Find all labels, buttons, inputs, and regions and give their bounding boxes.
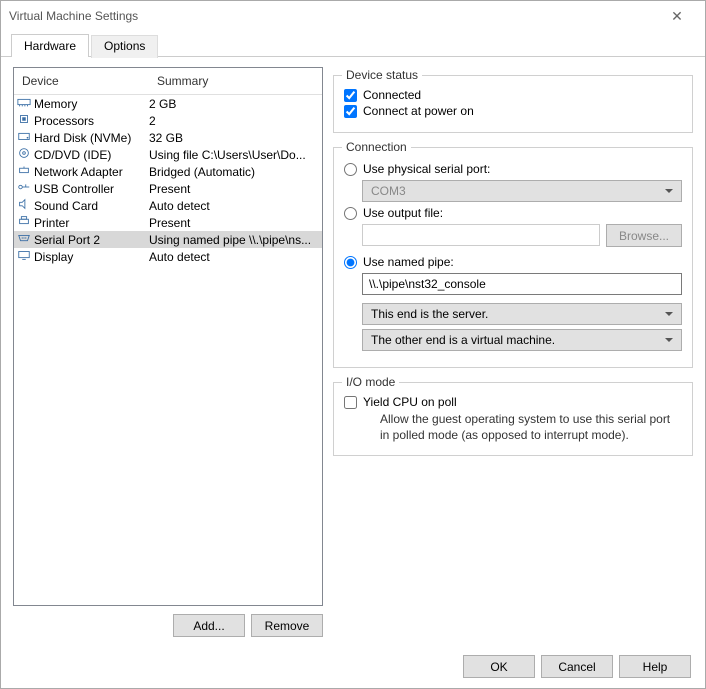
cd-icon <box>14 147 34 162</box>
radio-use-named-pipe[interactable]: Use named pipe: <box>344 255 682 269</box>
disk-icon <box>14 130 34 145</box>
group-title-connection: Connection <box>342 140 411 154</box>
device-row-memory[interactable]: Memory 2 GB <box>14 95 322 112</box>
ok-button[interactable]: OK <box>463 655 535 678</box>
tab-options[interactable]: Options <box>91 35 158 58</box>
usb-icon <box>14 181 34 196</box>
tab-hardware[interactable]: Hardware <box>11 34 89 57</box>
tab-strip: Hardware Options <box>1 33 705 57</box>
device-row-usb[interactable]: USB Controller Present <box>14 180 322 197</box>
device-row-cddvd[interactable]: CD/DVD (IDE) Using file C:\Users\User\Do… <box>14 146 322 163</box>
device-row-harddisk[interactable]: Hard Disk (NVMe) 32 GB <box>14 129 322 146</box>
col-header-device[interactable]: Device <box>14 68 149 94</box>
help-button[interactable]: Help <box>619 655 691 678</box>
device-row-sound[interactable]: Sound Card Auto detect <box>14 197 322 214</box>
cpu-icon <box>14 113 34 128</box>
select-this-end[interactable]: This end is the server. <box>362 303 682 325</box>
named-pipe-field[interactable] <box>362 273 682 295</box>
device-list[interactable]: Device Summary Memory 2 GB Processors 2 … <box>13 67 323 606</box>
add-button[interactable]: Add... <box>173 614 245 637</box>
network-icon <box>14 164 34 179</box>
radio-use-output-input[interactable] <box>344 207 357 220</box>
device-row-serial[interactable]: Serial Port 2 Using named pipe \\.\pipe\… <box>14 231 322 248</box>
chk-connected-input[interactable] <box>344 89 357 102</box>
close-icon[interactable]: ✕ <box>657 8 697 25</box>
device-list-header: Device Summary <box>14 68 322 95</box>
radio-use-named-pipe-input[interactable] <box>344 256 357 269</box>
chk-connect-poweron-input[interactable] <box>344 105 357 118</box>
group-device-status: Device status Connected Connect at power… <box>333 75 693 133</box>
group-io-mode: I/O mode Yield CPU on poll Allow the gue… <box>333 382 693 456</box>
settings-window: Virtual Machine Settings ✕ Hardware Opti… <box>0 0 706 689</box>
device-row-display[interactable]: Display Auto detect <box>14 248 322 265</box>
cancel-button[interactable]: Cancel <box>541 655 613 678</box>
select-physical-port[interactable]: COM3 <box>362 180 682 202</box>
browse-button[interactable]: Browse... <box>606 224 682 247</box>
serial-icon <box>14 232 34 247</box>
select-other-end[interactable]: The other end is a virtual machine. <box>362 329 682 351</box>
remove-button[interactable]: Remove <box>251 614 323 637</box>
radio-use-output[interactable]: Use output file: <box>344 206 682 220</box>
radio-use-physical[interactable]: Use physical serial port: <box>344 162 682 176</box>
group-connection: Connection Use physical serial port: COM… <box>333 147 693 368</box>
device-row-network[interactable]: Network Adapter Bridged (Automatic) <box>14 163 322 180</box>
chk-yield-cpu[interactable]: Yield CPU on poll <box>344 395 682 409</box>
memory-icon <box>14 96 34 111</box>
chk-yield-cpu-input[interactable] <box>344 396 357 409</box>
chk-connected[interactable]: Connected <box>344 88 682 102</box>
radio-use-physical-input[interactable] <box>344 163 357 176</box>
dialog-footer: OK Cancel Help <box>1 645 705 688</box>
sound-icon <box>14 198 34 213</box>
group-title-io-mode: I/O mode <box>342 375 399 389</box>
group-title-device-status: Device status <box>342 68 422 82</box>
chk-connect-poweron[interactable]: Connect at power on <box>344 104 682 118</box>
window-title: Virtual Machine Settings <box>9 9 657 23</box>
display-icon <box>14 249 34 264</box>
titlebar: Virtual Machine Settings ✕ <box>1 1 705 31</box>
col-header-summary[interactable]: Summary <box>149 68 322 94</box>
io-mode-description: Allow the guest operating system to use … <box>380 411 682 443</box>
device-row-processors[interactable]: Processors 2 <box>14 112 322 129</box>
output-file-field[interactable] <box>362 224 600 246</box>
device-row-printer[interactable]: Printer Present <box>14 214 322 231</box>
printer-icon <box>14 215 34 230</box>
